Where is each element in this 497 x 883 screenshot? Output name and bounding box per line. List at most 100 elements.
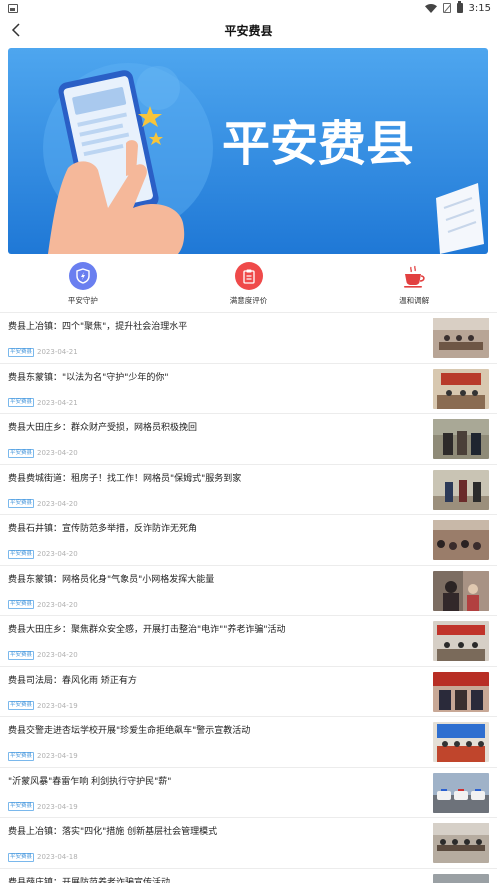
- news-meta: 平安费县 2023-04-19: [8, 751, 78, 761]
- news-tag: 平安费县: [8, 398, 35, 407]
- news-item[interactable]: 费县交警走进杏坛学校开展"珍爱生命拒绝飙车"警示宣教活动 平安费县 2023-0…: [0, 716, 497, 767]
- quick-action-mediation[interactable]: 温和调解: [331, 262, 497, 312]
- thumb-visit-photo: [433, 570, 489, 611]
- news-tag: 平安费县: [8, 701, 35, 710]
- news-meta: 平安费县 2023-04-20: [8, 650, 78, 660]
- qicon-teacup: [400, 262, 428, 290]
- news-tag: 平安费县: [8, 600, 35, 609]
- news-tag: 平安费县: [8, 650, 35, 660]
- news-title: 费县司法局：春风化雨 矫正有方: [8, 675, 137, 686]
- thumb-school-photo: [433, 722, 489, 762]
- news-date: 2023-04-20: [37, 550, 78, 558]
- news-title: 费县上冶镇：落实"四化"措施 创新基层社会管理模式: [8, 827, 218, 837]
- thumb-outdoor-photo: [433, 873, 489, 883]
- news-title: 费县大田庄乡：聚焦群众安全感，开展打击整治"电诈""养老诈骗"活动: [8, 625, 286, 635]
- shield-icon: [76, 268, 90, 284]
- banner-image[interactable]: 平安费县: [8, 48, 488, 254]
- news-tag: 平安费县: [8, 751, 35, 761]
- news-title: 费县东蒙镇："以法为名"守护"少年的你": [8, 372, 169, 383]
- news-tag: 平安费县: [8, 549, 35, 559]
- news-thumbnail: [433, 368, 489, 409]
- news-thumbnail: [433, 520, 489, 560]
- status-time: 3:15: [468, 2, 491, 14]
- thumb-meeting-photo: [433, 318, 489, 358]
- news-date: 2023-04-19: [37, 752, 78, 760]
- news-date: 2023-04-20: [37, 449, 78, 457]
- thumb-event-photo: [433, 621, 489, 661]
- news-date: 2023-04-18: [37, 853, 78, 861]
- news-meta: 平安费县 2023-04-20: [8, 600, 78, 609]
- news-item[interactable]: 费县费城街道：租房子！找工作！网格员"保姆式"服务到家 平安费县 2023-04…: [0, 463, 497, 515]
- news-title: 费县薛庄镇：开展防范养老诈骗宣传活动: [8, 877, 171, 883]
- qicon-shield: [68, 262, 97, 290]
- thumb-classroom-photo: [433, 368, 489, 409]
- quick-actions: 平安守护 满意度评价 温和调解: [0, 262, 497, 312]
- news-thumbnail: [433, 469, 489, 510]
- chevron-left-icon: [11, 23, 20, 37]
- back-button[interactable]: [6, 20, 26, 40]
- news-tag: 平安费县: [8, 852, 35, 862]
- thumb-gathering-photo: [433, 520, 489, 560]
- news-item[interactable]: 费县上冶镇：落实"四化"措施 创新基层社会管理模式 平安费县 2023-04-1…: [0, 817, 497, 868]
- thumb-ceremony-photo: [433, 671, 489, 712]
- news-thumbnail: [433, 671, 489, 712]
- news-date: 2023-04-21: [37, 348, 78, 356]
- qicon-clipboard: [234, 262, 263, 290]
- thumb-conference-photo: [433, 823, 489, 863]
- news-thumbnail: [433, 570, 489, 611]
- gallery-notification-icon: [8, 3, 18, 13]
- news-date: 2023-04-19: [37, 701, 78, 710]
- thumb-people-photo: [433, 419, 489, 459]
- news-item[interactable]: 费县石井镇：宣传防范多举措，反诈防诈无死角 平安费县 2023-04-20: [0, 514, 497, 565]
- news-title: 费县东蒙镇：网格员化身"气象员"小网格发挥大能量: [8, 574, 215, 585]
- wifi-icon: [424, 3, 437, 13]
- news-date: 2023-04-19: [37, 802, 78, 811]
- clipboard-icon: [242, 269, 255, 284]
- news-item[interactable]: 费县司法局：春风化雨 矫正有方 平安费县 2023-04-19: [0, 665, 497, 717]
- news-date: 2023-04-20: [37, 600, 78, 609]
- news-meta: 平安费县 2023-04-20: [8, 448, 78, 458]
- news-title: 费县大田庄乡：群众财产受损，网格员积极挽回: [8, 423, 198, 433]
- news-item[interactable]: 费县大田庄乡：群众财产受损，网格员积极挽回 平安费县 2023-04-20: [0, 413, 497, 464]
- teacup-icon: [404, 265, 425, 288]
- status-bar: 3:15: [0, 0, 497, 16]
- news-thumbnail: [433, 318, 489, 358]
- quick-action-label: 满意度评价: [229, 296, 268, 305]
- news-title: 费县石井镇：宣传防范多举措，反诈防诈无死角: [8, 524, 198, 534]
- quick-action-label: 平安守护: [67, 296, 98, 305]
- banner-title: 平安费县: [222, 116, 414, 172]
- page-title: 平安费县: [224, 23, 273, 38]
- news-thumbnail: [433, 772, 489, 813]
- news-thumbnail: [433, 621, 489, 661]
- news-title: 费县费城街道：租房子！找工作！网格员"保姆式"服务到家: [8, 473, 242, 484]
- news-thumbnail: [433, 823, 489, 863]
- news-meta: 平安费县 2023-04-18: [8, 852, 78, 862]
- news-date: 2023-04-21: [37, 398, 78, 407]
- thumb-street-photo: [433, 469, 489, 510]
- no-sim-icon: [442, 3, 451, 13]
- news-thumbnail: [433, 873, 489, 883]
- news-tag: 平安费县: [8, 802, 35, 811]
- news-thumbnail: [433, 722, 489, 762]
- news-item[interactable]: 费县上冶镇：四个"聚焦"，提升社会治理水平 平安费县 2023-04-21: [0, 312, 497, 363]
- news-item[interactable]: 费县东蒙镇："以法为名"守护"少年的你" 平安费县 2023-04-21: [0, 362, 497, 414]
- news-tag: 平安费县: [8, 347, 35, 357]
- news-meta: 平安费县 2023-04-19: [8, 802, 78, 811]
- news-title: "沂蒙风暴"春雷乍响 利剑执行守护民"薪": [8, 776, 172, 787]
- quick-action-satisfaction[interactable]: 满意度评价: [166, 262, 332, 312]
- news-item[interactable]: 费县大田庄乡：聚焦群众安全感，开展打击整治"电诈""养老诈骗"活动 平安费县 2…: [0, 615, 497, 666]
- news-thumbnail: [433, 419, 489, 459]
- news-tag: 平安费县: [8, 499, 35, 508]
- news-date: 2023-04-20: [37, 651, 78, 659]
- news-item[interactable]: 费县薛庄镇：开展防范养老诈骗宣传活动: [0, 867, 497, 883]
- news-item[interactable]: 费县东蒙镇：网格员化身"气象员"小网格发挥大能量 平安费县 2023-04-20: [0, 564, 497, 616]
- news-tag: 平安费县: [8, 448, 35, 458]
- banner-illustration: 平安费县: [8, 48, 488, 254]
- nav-bar: 平安费县: [0, 16, 497, 44]
- news-title: 费县上冶镇：四个"聚焦"，提升社会治理水平: [8, 322, 188, 332]
- news-meta: 平安费县 2023-04-20: [8, 549, 78, 559]
- quick-action-safety-guard[interactable]: 平安守护: [0, 262, 166, 312]
- news-meta: 平安费县 2023-04-19: [8, 701, 78, 710]
- news-item[interactable]: "沂蒙风暴"春雷乍响 利剑执行守护民"薪" 平安费县 2023-04-19: [0, 766, 497, 818]
- news-meta: 平安费县 2023-04-21: [8, 347, 78, 357]
